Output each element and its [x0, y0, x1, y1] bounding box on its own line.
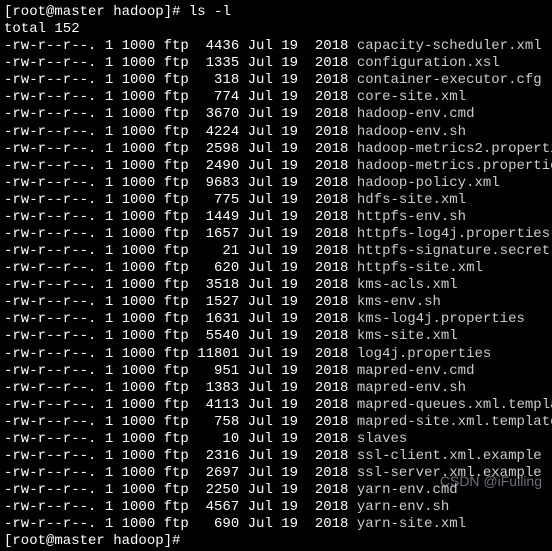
file-name: capacity-scheduler.xml [357, 38, 542, 54]
file-row: -rw-r--r--. 1 1000 ftp 1449 Jul 19 2018 [4, 209, 357, 225]
file-row: -rw-r--r--. 1 1000 ftp 2316 Jul 19 2018 [4, 448, 357, 464]
file-row: -rw-r--r--. 1 1000 ftp 951 Jul 19 2018 [4, 363, 357, 379]
file-row: -rw-r--r--. 1 1000 ftp 1631 Jul 19 2018 [4, 311, 357, 327]
file-name: kms-env.sh [357, 294, 441, 310]
file-row: -rw-r--r--. 1 1000 ftp 1657 Jul 19 2018 [4, 226, 357, 242]
file-row: -rw-r--r--. 1 1000 ftp 3518 Jul 19 2018 [4, 277, 357, 293]
file-row: -rw-r--r--. 1 1000 ftp 21 Jul 19 2018 [4, 243, 357, 259]
file-name: httpfs-log4j.properties [357, 226, 550, 242]
total-line: total 152 [4, 21, 80, 37]
file-row: -rw-r--r--. 1 1000 ftp 775 Jul 19 2018 [4, 192, 357, 208]
file-name: mapred-queues.xml.template [357, 397, 552, 413]
file-name: yarn-env.sh [357, 499, 449, 515]
file-row: -rw-r--r--. 1 1000 ftp 11801 Jul 19 2018 [4, 346, 357, 362]
file-row: -rw-r--r--. 1 1000 ftp 1527 Jul 19 2018 [4, 294, 357, 310]
file-row: -rw-r--r--. 1 1000 ftp 2598 Jul 19 2018 [4, 141, 357, 157]
file-name: httpfs-site.xml [357, 260, 483, 276]
file-name: hadoop-metrics2.properties [357, 141, 552, 157]
command: ls -l [189, 4, 231, 20]
file-row: -rw-r--r--. 1 1000 ftp 5540 Jul 19 2018 [4, 328, 357, 344]
prompt: [root@master hadoop]# [4, 4, 189, 20]
file-name: slaves [357, 431, 407, 447]
file-row: -rw-r--r--. 1 1000 ftp 4436 Jul 19 2018 [4, 38, 357, 54]
file-name: hadoop-policy.xml [357, 175, 500, 191]
file-name: container-executor.cfg [357, 72, 542, 88]
file-name: ssl-client.xml.example [357, 448, 542, 464]
file-name: core-site.xml [357, 89, 466, 105]
file-name: mapred-site.xml.template [357, 414, 552, 430]
file-row: -rw-r--r--. 1 1000 ftp 620 Jul 19 2018 [4, 260, 357, 276]
file-name: httpfs-signature.secret [357, 243, 550, 259]
watermark: CSDN @iFulling [440, 473, 542, 490]
file-name: yarn-site.xml [357, 516, 466, 532]
file-name: httpfs-env.sh [357, 209, 466, 225]
file-row: -rw-r--r--. 1 1000 ftp 2250 Jul 19 2018 [4, 482, 357, 498]
file-row: -rw-r--r--. 1 1000 ftp 3670 Jul 19 2018 [4, 106, 357, 122]
file-name: kms-site.xml [357, 328, 458, 344]
file-name: kms-log4j.properties [357, 311, 525, 327]
file-row: -rw-r--r--. 1 1000 ftp 2490 Jul 19 2018 [4, 158, 357, 174]
file-row: -rw-r--r--. 1 1000 ftp 758 Jul 19 2018 [4, 414, 357, 430]
file-row: -rw-r--r--. 1 1000 ftp 318 Jul 19 2018 [4, 72, 357, 88]
file-row: -rw-r--r--. 1 1000 ftp 1383 Jul 19 2018 [4, 380, 357, 396]
file-row: -rw-r--r--. 1 1000 ftp 4113 Jul 19 2018 [4, 397, 357, 413]
file-row: -rw-r--r--. 1 1000 ftp 4567 Jul 19 2018 [4, 499, 357, 515]
file-name: kms-acls.xml [357, 277, 458, 293]
file-row: -rw-r--r--. 1 1000 ftp 10 Jul 19 2018 [4, 431, 357, 447]
file-name: mapred-env.sh [357, 380, 466, 396]
prompt[interactable]: [root@master hadoop]# [4, 533, 189, 549]
terminal[interactable]: [root@master hadoop]# ls -ltotal 152-rw-… [4, 4, 548, 551]
file-name: log4j.properties [357, 346, 491, 362]
file-name: hadoop-metrics.properties [357, 158, 552, 174]
file-row: -rw-r--r--. 1 1000 ftp 9683 Jul 19 2018 [4, 175, 357, 191]
file-name: hadoop-env.cmd [357, 106, 475, 122]
file-row: -rw-r--r--. 1 1000 ftp 690 Jul 19 2018 [4, 516, 357, 532]
file-name: configuration.xsl [357, 55, 500, 71]
file-name: mapred-env.cmd [357, 363, 475, 379]
file-row: -rw-r--r--. 1 1000 ftp 2697 Jul 19 2018 [4, 465, 357, 481]
file-row: -rw-r--r--. 1 1000 ftp 4224 Jul 19 2018 [4, 124, 357, 140]
file-name: hadoop-env.sh [357, 124, 466, 140]
file-name: hdfs-site.xml [357, 192, 466, 208]
file-row: -rw-r--r--. 1 1000 ftp 774 Jul 19 2018 [4, 89, 357, 105]
file-row: -rw-r--r--. 1 1000 ftp 1335 Jul 19 2018 [4, 55, 357, 71]
